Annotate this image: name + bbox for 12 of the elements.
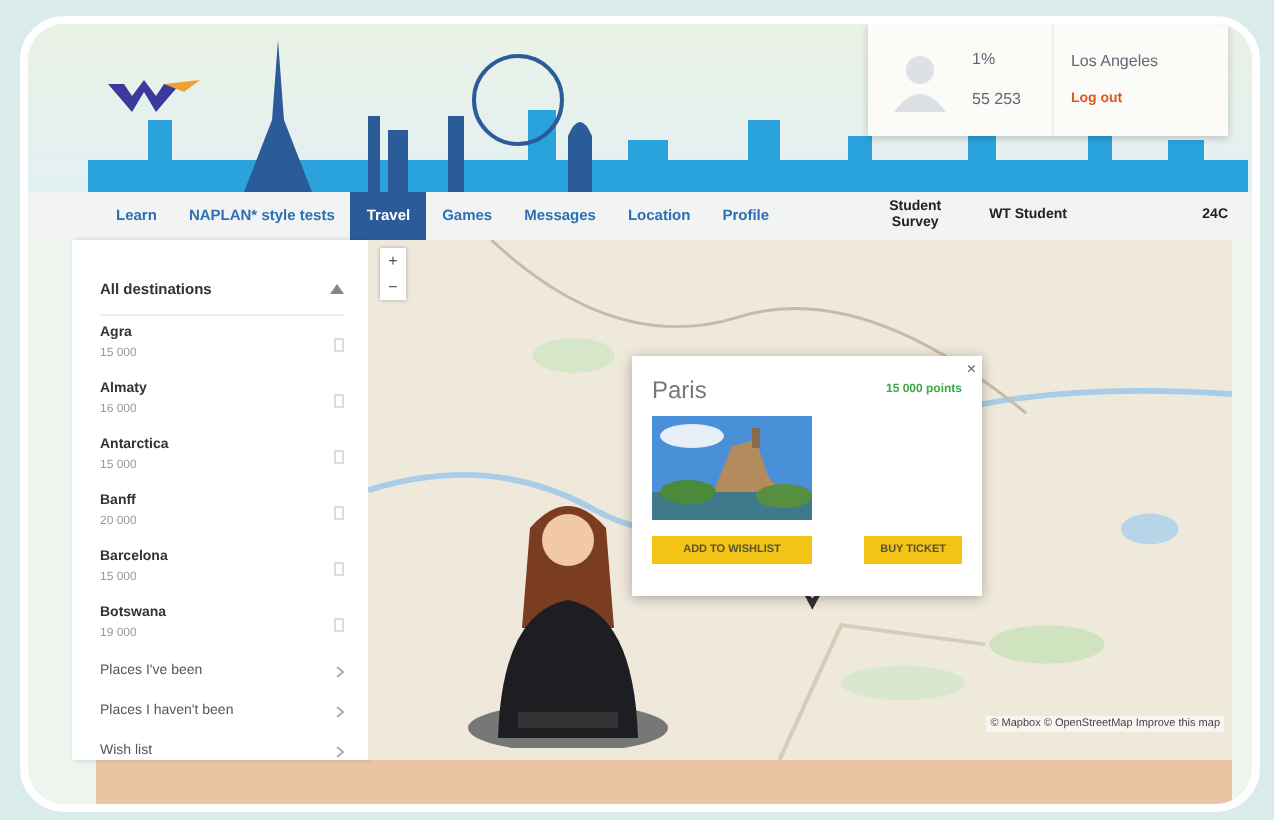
checkbox-icon[interactable] [334, 617, 344, 631]
stat-value: 1% [972, 48, 998, 72]
city-text: Los Angeles [1070, 49, 1159, 74]
checkbox-icon[interactable] [334, 449, 344, 463]
chevron-icon [336, 746, 344, 758]
stat-value: 55 253 [972, 88, 1021, 112]
checkbox-icon[interactable] [334, 561, 344, 575]
checkbox-icon[interactable] [334, 505, 344, 519]
checkbox-icon[interactable] [334, 393, 344, 407]
chevron-icon [336, 666, 344, 678]
checkbox-icon[interactable] [334, 337, 344, 351]
chevron-icon [336, 706, 344, 718]
